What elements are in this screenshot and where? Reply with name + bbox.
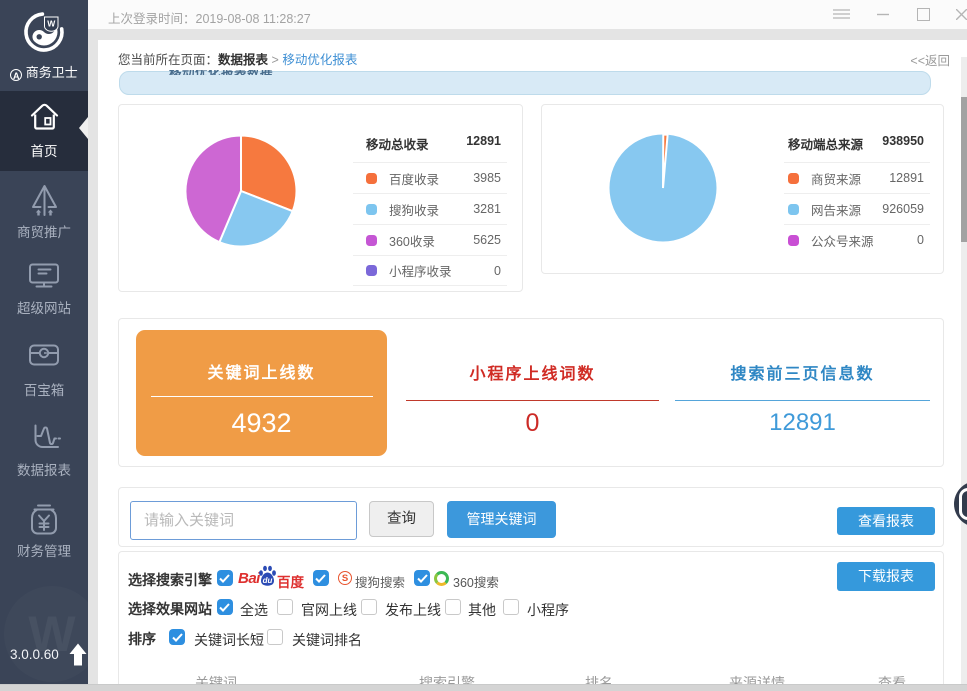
svg-text:du: du <box>263 576 273 585</box>
svg-text:W: W <box>47 19 56 29</box>
